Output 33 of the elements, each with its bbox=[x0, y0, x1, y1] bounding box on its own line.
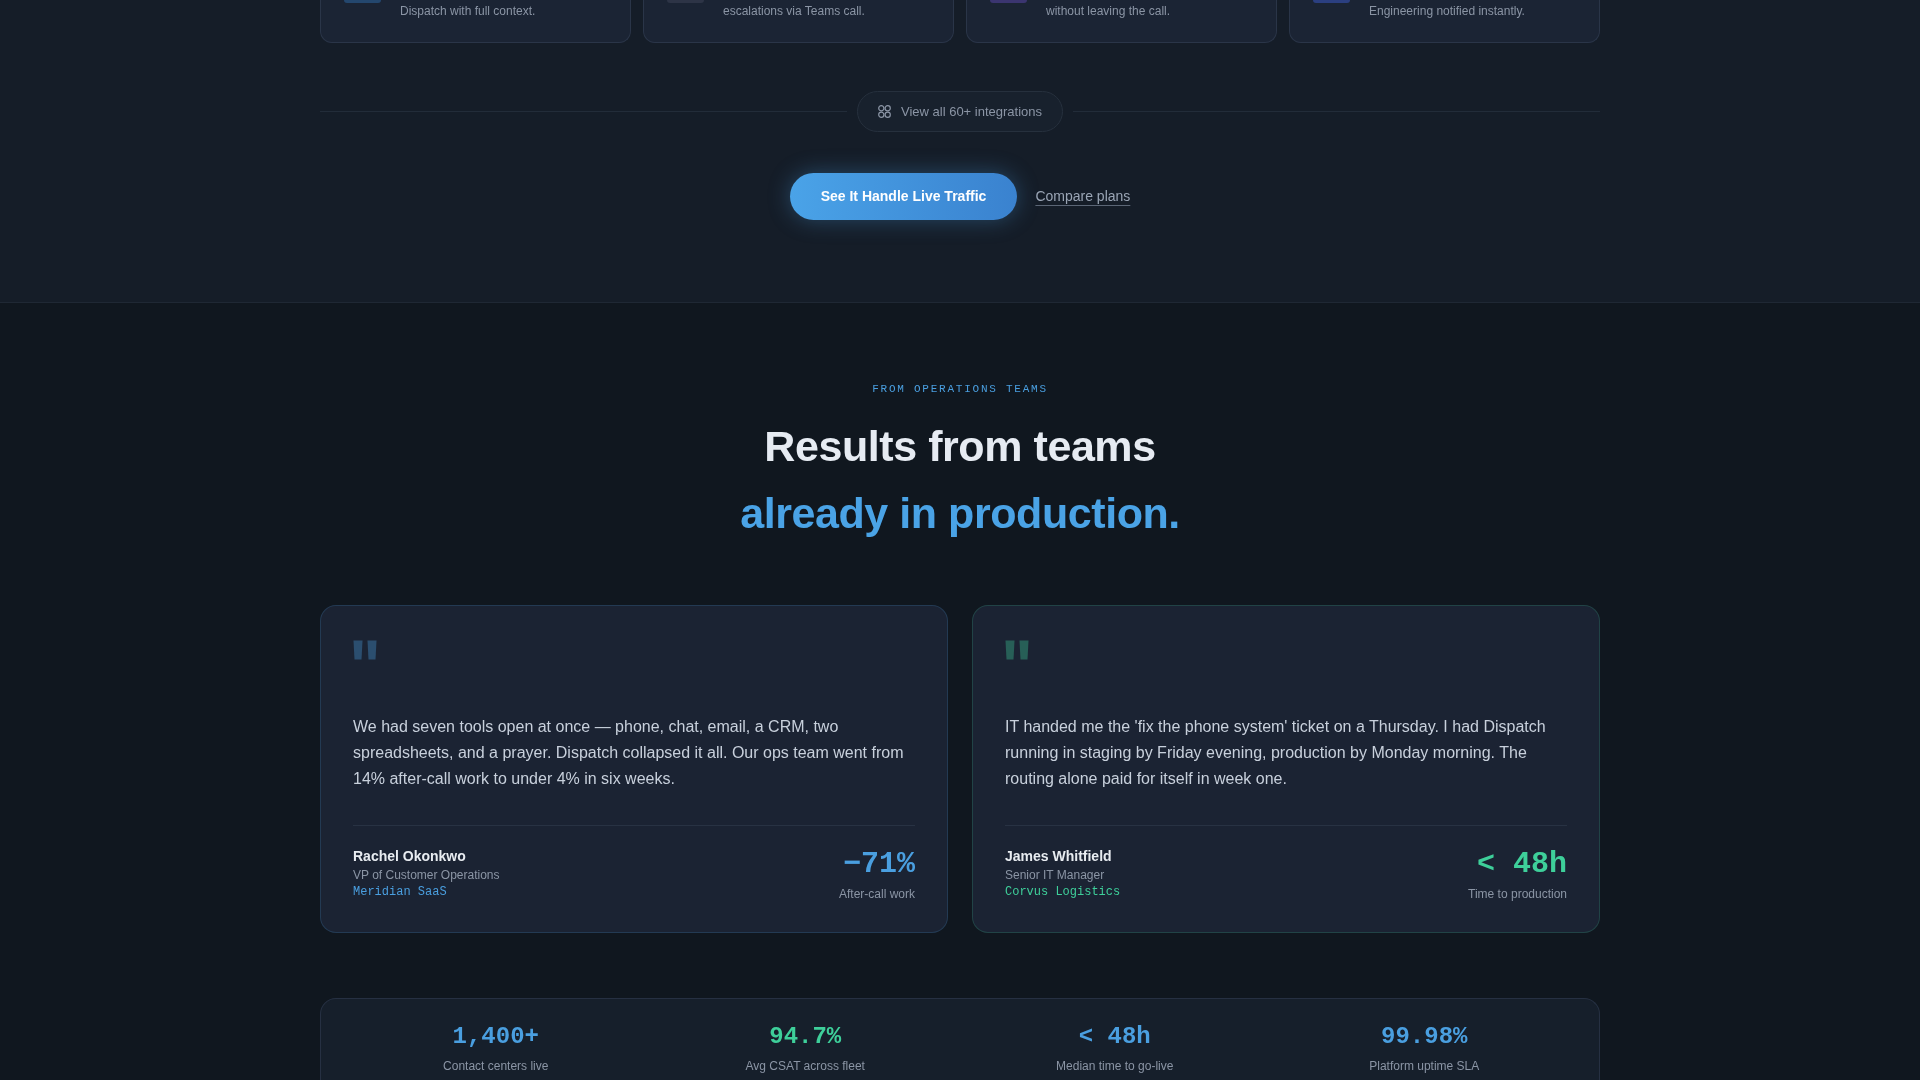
metric-label: Time to production bbox=[1468, 886, 1567, 902]
card-description: escalations via Teams call. bbox=[723, 3, 865, 19]
author-name: James Whitfield bbox=[1005, 847, 1113, 866]
stat-value: 99.98% bbox=[1381, 1022, 1468, 1052]
author-company: Meridian SaaS bbox=[353, 884, 448, 900]
testimonial-quote: We had seven tools open at once — phone, chat, email, a CRM, two spreadsheets, and a prayer. Dispatch collapsed it all. Our ops team went from 14% after-call work to under 4% in six weeks. bbox=[353, 717, 905, 789]
stat-value: 1,400+ bbox=[452, 1022, 539, 1052]
stat-label: Contact centers live bbox=[443, 1058, 549, 1074]
stat-value: < 48h bbox=[1078, 1022, 1151, 1052]
author-role: VP of Customer Operations bbox=[353, 867, 500, 883]
section-eyebrow: FROM OPERATIONS TEAMS bbox=[872, 382, 1048, 397]
integrations-link[interactable]: View all 60+ integrations bbox=[857, 91, 1064, 132]
metric-label: After-call work bbox=[839, 886, 915, 902]
card-description: Dispatch with full context. bbox=[400, 3, 536, 19]
section-heading-accent: already in production. bbox=[740, 488, 1180, 539]
testimonial-quote: IT handed me the 'fix the phone system' ticket on a Thursday. I had Dispatch running in staging by Friday evening, production by Monday morning. The routing alone paid for itself in week one. bbox=[1005, 717, 1547, 789]
card-description: Engineering notified instantly. bbox=[1369, 3, 1525, 19]
stat-label: Avg CSAT across fleet bbox=[745, 1058, 865, 1074]
author-role: Senior IT Manager bbox=[1005, 867, 1106, 883]
stat-label: Median time to go-live bbox=[1056, 1058, 1174, 1074]
card-description: without leaving the call. bbox=[1046, 3, 1171, 19]
metric-value: < 48h bbox=[1477, 846, 1567, 882]
quote-icon bbox=[353, 640, 377, 660]
author-name: Rachel Okonkwo bbox=[353, 847, 467, 866]
author-company: Corvus Logistics bbox=[1005, 884, 1121, 900]
quote-icon bbox=[1005, 640, 1029, 660]
section-heading: Results from teams bbox=[763, 421, 1157, 472]
metric-value: −71% bbox=[843, 846, 915, 882]
stat-label: Platform uptime SLA bbox=[1369, 1058, 1480, 1074]
stat-value: 94.7% bbox=[769, 1022, 842, 1052]
compare-plans-link[interactable]: Compare plans bbox=[1035, 186, 1131, 207]
primary-cta-button[interactable]: See It Handle Live Traffic bbox=[789, 173, 1018, 220]
grid-icon bbox=[878, 105, 891, 118]
